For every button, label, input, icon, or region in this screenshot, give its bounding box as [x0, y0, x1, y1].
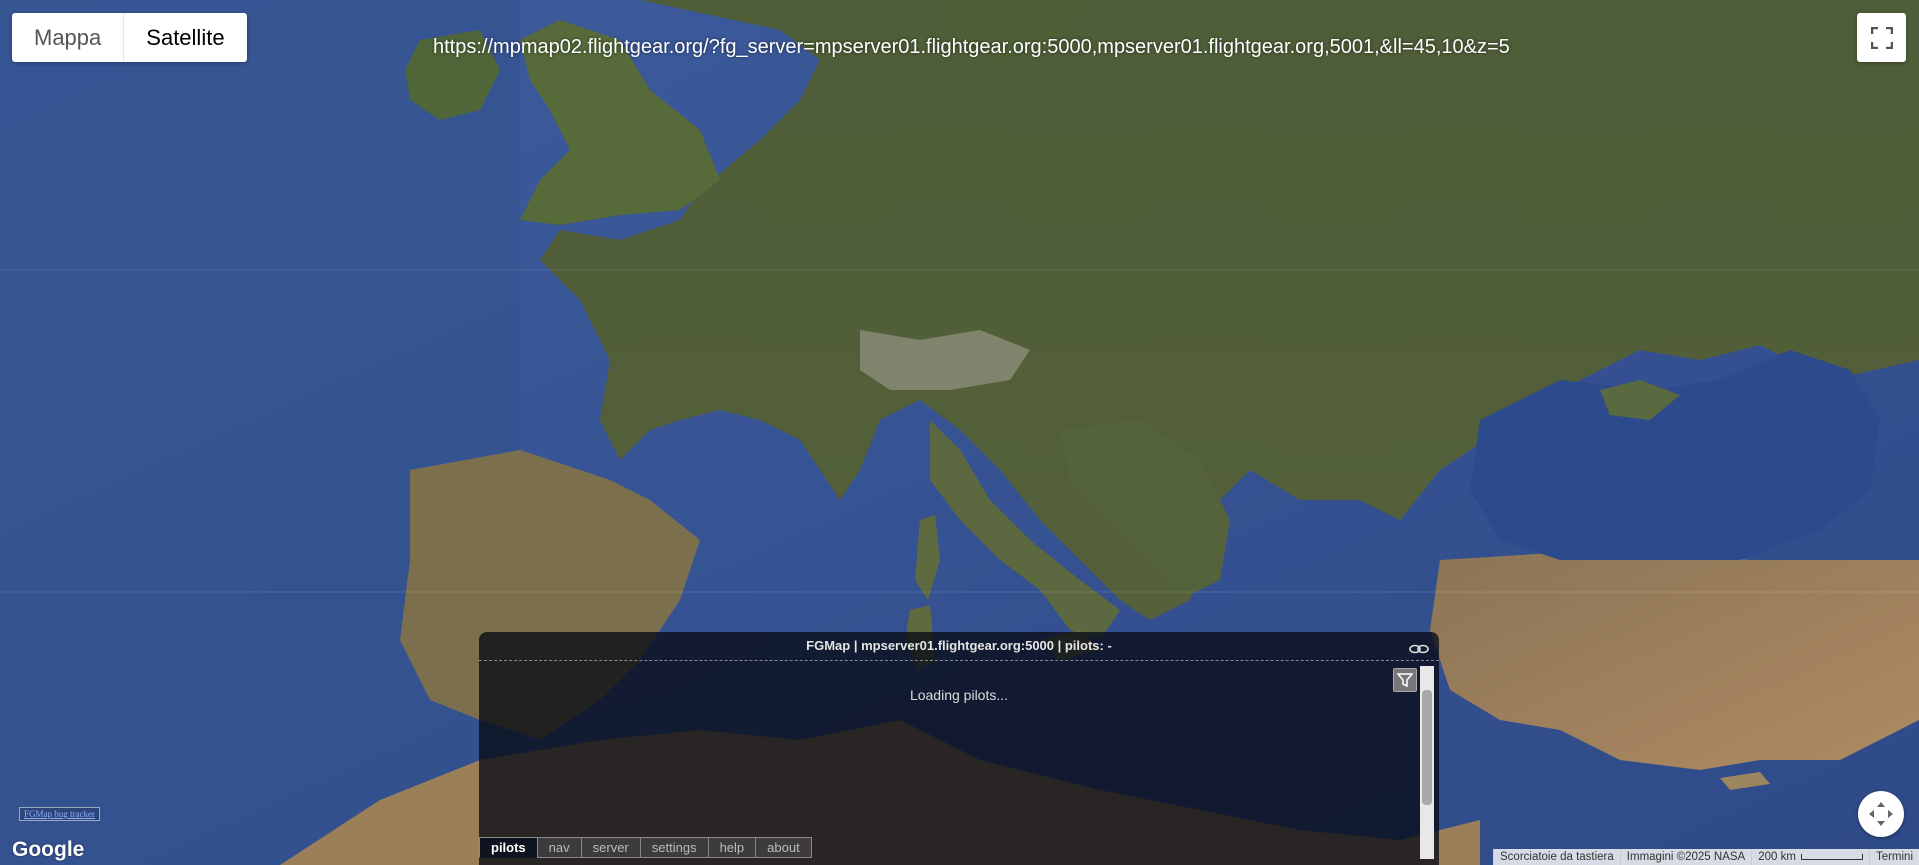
map-type-satellite-button[interactable]: Satellite	[123, 13, 246, 62]
panel-scrollbar[interactable]	[1420, 666, 1434, 859]
filter-button[interactable]	[1393, 668, 1417, 692]
scrollbar-thumb[interactable]	[1422, 690, 1432, 805]
panel-body: Loading pilots...	[479, 661, 1439, 859]
imagery-credit: Immagini ©2025 NASA	[1619, 849, 1752, 865]
scale-label: 200 km	[1758, 851, 1796, 863]
fullscreen-button[interactable]	[1857, 13, 1906, 62]
fullscreen-icon	[1870, 26, 1893, 49]
google-logo: Google	[12, 838, 85, 861]
map-attribution: Scorciatoie da tastiera Immagini ©2025 N…	[1493, 849, 1919, 865]
map-type-map-button[interactable]: Mappa	[12, 13, 123, 62]
fgmap-panel: FGMap | mpserver01.flightgear.org:5000 |…	[479, 632, 1439, 865]
terms-link[interactable]: Termini	[1868, 849, 1919, 865]
tab-about[interactable]: about	[755, 837, 812, 858]
camera-control-button[interactable]	[1858, 791, 1904, 837]
camera-control-icon	[1869, 802, 1893, 826]
scale-bar[interactable]: 200 km	[1751, 849, 1869, 865]
filter-icon	[1397, 673, 1413, 688]
scale-bar-line	[1800, 854, 1863, 860]
tab-help[interactable]: help	[707, 837, 757, 858]
panel-tabs: pilots nav server settings help about	[479, 837, 812, 858]
loading-message: Loading pilots...	[909, 687, 1009, 703]
keyboard-shortcuts-link[interactable]: Scorciatoie da tastiera	[1493, 849, 1620, 865]
url-overlay: https://mpmap02.flightgear.org/?fg_serve…	[433, 36, 1510, 58]
panel-title-bar: FGMap | mpserver01.flightgear.org:5000 |…	[479, 632, 1439, 661]
bug-tracker-link[interactable]: FGMap bug tracker	[19, 807, 100, 821]
tab-nav[interactable]: nav	[536, 837, 582, 858]
tab-settings[interactable]: settings	[639, 837, 709, 858]
tab-pilots[interactable]: pilots	[479, 837, 538, 858]
map-type-control: Mappa Satellite	[12, 13, 247, 62]
panel-title: FGMap | mpserver01.flightgear.org:5000 |…	[806, 638, 1112, 653]
tab-server[interactable]: server	[580, 837, 641, 858]
